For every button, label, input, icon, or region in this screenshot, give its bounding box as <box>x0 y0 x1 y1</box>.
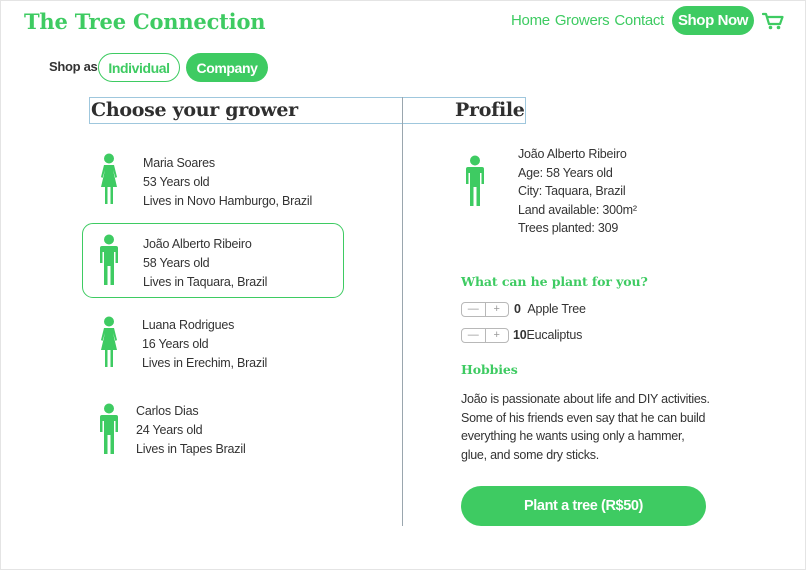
individual-toggle-button[interactable]: Individual <box>98 53 180 82</box>
male-person-icon <box>462 155 488 212</box>
profile-city: City: Taquara, Brazil <box>518 184 626 198</box>
grower-location: Lives in Tapes Brazil <box>136 442 246 456</box>
eucaliptus-row: 10Eucaliptus <box>513 328 582 342</box>
minus-icon[interactable]: — <box>462 303 485 316</box>
profile-details: João Alberto Ribeiro Age: 58 Years old C… <box>518 145 637 238</box>
profile-land: Land available: 300m² <box>518 202 637 217</box>
grower-age: 24 Years old <box>136 423 203 437</box>
choose-grower-heading: Choose your grower <box>91 99 298 121</box>
nav-growers-link[interactable]: Growers <box>555 12 610 29</box>
main-nav: Home Growers Contact Shop Now <box>511 6 786 35</box>
female-person-icon <box>96 316 122 373</box>
plant-tree-button[interactable]: Plant a tree (R$50) <box>461 486 706 526</box>
grower-info[interactable]: Luana Rodrigues 16 Years old Lives in Er… <box>142 316 267 373</box>
profile-age: Age: 58 Years old <box>518 165 613 180</box>
grower-age: 16 Years old <box>142 337 209 351</box>
shop-as-label: Shop as <box>49 59 98 74</box>
male-person-icon <box>96 234 122 291</box>
grower-location: Lives in Taquara, Brazil <box>143 275 268 289</box>
hobbies-heading: Hobbies <box>461 362 518 377</box>
apple-tree-quantity: 0 <box>514 302 521 316</box>
column-divider <box>402 97 403 526</box>
eucaliptus-quantity-stepper: — + <box>461 328 509 343</box>
brand-logo[interactable]: The Tree Connection <box>24 9 266 34</box>
grower-name: João Alberto Ribeiro <box>143 237 252 251</box>
shop-now-button[interactable]: Shop Now <box>672 6 754 35</box>
eucaliptus-label: Eucaliptus <box>526 328 583 342</box>
profile-trees: Trees planted: 309 <box>518 221 619 235</box>
profile-heading: Profile <box>455 99 525 121</box>
plus-icon[interactable]: + <box>484 303 509 316</box>
cart-icon[interactable] <box>762 11 786 31</box>
apple-tree-quantity-stepper: — + <box>461 302 509 317</box>
female-person-icon <box>96 153 122 210</box>
company-toggle-button[interactable]: Company <box>186 53 268 82</box>
minus-icon[interactable]: — <box>462 329 485 342</box>
male-person-icon <box>96 403 122 460</box>
nav-contact-link[interactable]: Contact <box>614 12 664 29</box>
apple-tree-row: 0 Apple Tree <box>514 302 586 316</box>
grower-info[interactable]: Carlos Dias 24 Years old Lives in Tapes … <box>136 402 246 459</box>
grower-name: Maria Soares <box>143 156 215 170</box>
plus-icon[interactable]: + <box>484 329 509 342</box>
grower-location: Lives in Erechim, Brazil <box>142 356 268 370</box>
nav-home-link[interactable]: Home <box>511 12 550 29</box>
eucaliptus-quantity: 10 <box>513 328 527 342</box>
profile-name: João Alberto Ribeiro <box>518 147 627 161</box>
grower-age: 53 Years old <box>143 175 210 189</box>
hobbies-description: João is passionate about life and DIY ac… <box>461 392 710 462</box>
apple-tree-label: Apple Tree <box>527 302 586 316</box>
grower-location: Lives in Novo Hamburgo, Brazil <box>143 194 313 208</box>
grower-age: 58 Years old <box>143 256 210 270</box>
grower-info[interactable]: João Alberto Ribeiro 58 Years old Lives … <box>143 235 267 292</box>
grower-name: Luana Rodrigues <box>142 318 235 332</box>
plant-options-heading: What can he plant for you? <box>461 274 648 289</box>
grower-info[interactable]: Maria Soares 53 Years old Lives in Novo … <box>143 154 312 211</box>
grower-name: Carlos Dias <box>136 404 199 418</box>
